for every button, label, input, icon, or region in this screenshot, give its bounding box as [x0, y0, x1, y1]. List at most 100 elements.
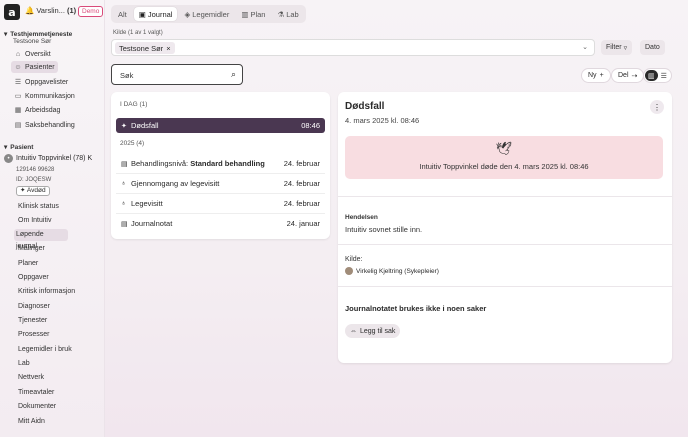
- cases-heading: Journalnotatet brukes ikke i noen saker: [345, 304, 487, 313]
- patient-section-header[interactable]: ▾ Pasient: [4, 143, 33, 152]
- divider: [338, 244, 672, 245]
- new-button[interactable]: Ny +: [581, 68, 611, 83]
- patient-nav-nettverk[interactable]: Nettverk: [16, 372, 46, 384]
- flask-icon: ⚗: [277, 9, 285, 19]
- patient-nav-legemidler[interactable]: Legemidler i bruk: [16, 344, 74, 356]
- avatar: •: [4, 154, 13, 163]
- chevron-down-icon: ▾: [4, 144, 8, 151]
- patient-name-text: Intuitiv Toppvinkel (78) K: [16, 155, 93, 162]
- sidebar-item-label: Kommunikasjon: [25, 92, 75, 100]
- more-options-icon[interactable]: ⋮: [650, 100, 664, 114]
- tab-legemidler[interactable]: ◈ Legemidler: [179, 7, 234, 21]
- tab-alt[interactable]: Alt: [113, 7, 132, 21]
- patient-nav-klinisk-status[interactable]: Klinisk status: [16, 201, 61, 213]
- chevron-down-icon[interactable]: ⌄: [582, 43, 588, 51]
- detail-panel: Dødsfall 4. mars 2025 kl. 08:46 ⋮ 🕊 Intu…: [338, 92, 672, 363]
- list-item[interactable]: ♁ Gjennomgang av legevisitt 24. februar: [116, 176, 325, 191]
- dove-icon: 🕊: [495, 141, 513, 156]
- patient-code: ID: JOQESW: [16, 177, 52, 183]
- patient-nav-mitt-aidn[interactable]: Mitt Aidn: [16, 416, 47, 428]
- patient-nav-planer[interactable]: Planer: [16, 258, 40, 270]
- avatar: [345, 267, 353, 275]
- date-button[interactable]: Dato: [640, 40, 665, 55]
- divider: [116, 193, 325, 194]
- search-icon[interactable]: ⌕: [231, 69, 236, 80]
- list-item[interactable]: ▤ Journalnotat 24. januar: [116, 216, 325, 231]
- filter-label: Filter: [606, 44, 622, 51]
- sidebar-item-label: Pasienter: [25, 63, 55, 71]
- list-item[interactable]: ✦ Dødsfall 08:46: [116, 118, 325, 133]
- patient-nav-tjenester[interactable]: Tjenester: [16, 315, 49, 327]
- tab-lab[interactable]: ⚗ Lab: [272, 7, 303, 21]
- bell-icon: 🔔: [25, 6, 35, 15]
- tab-plan[interactable]: ▥ Plan: [236, 7, 270, 21]
- list-view-icon[interactable]: ☰: [658, 70, 671, 81]
- share-icon: ⇢: [631, 72, 638, 80]
- patient-nav-lopende-journal[interactable]: Løpende journal: [14, 229, 68, 250]
- sidebar-item-pasienter[interactable]: ☺ Pasienter: [11, 61, 58, 73]
- sidebar-item-label: Oppgavelister: [25, 78, 69, 86]
- doc-icon: ▤: [121, 220, 128, 228]
- patient-nav-dokumenter[interactable]: Dokumenter: [16, 401, 58, 413]
- patient-nav-kritisk-informasjon[interactable]: Kritisk informasjon: [16, 286, 77, 298]
- group-header-today: I DAG (1): [120, 101, 148, 108]
- sidebar-item-arbeidsdag[interactable]: ▦ Arbeidsdag: [11, 104, 63, 116]
- patient-nav-prosesser[interactable]: Prosesser: [16, 329, 52, 341]
- add-case-button[interactable]: ⇔ Legg til sak: [345, 324, 401, 338]
- dove-icon: ✦: [20, 187, 26, 194]
- unit-subtitle: Testsone Sør: [13, 38, 52, 45]
- kilde-select[interactable]: Testsone Sør × ⌄: [111, 39, 595, 56]
- kilde-label: Kilde (1 av 1 valgt): [113, 30, 163, 36]
- sidebar-item-kommunikasjon[interactable]: ▭ Kommunikasjon: [11, 90, 78, 102]
- patient-nav-malinger[interactable]: Målinger: [16, 243, 47, 255]
- alerts-button[interactable]: 🔔 Varslin... (1): [25, 6, 76, 15]
- kilde-chip[interactable]: Testsone Sør ×: [115, 42, 175, 54]
- patient-nav-om-intuitiv[interactable]: Om Intuitiv: [16, 215, 53, 227]
- kilde-chip-label: Testsone Sør: [119, 43, 164, 53]
- close-icon[interactable]: ×: [166, 44, 170, 53]
- detail-date: 4. mars 2025 kl. 08:46: [345, 116, 420, 125]
- divider: [116, 213, 325, 214]
- patient-nav-diagnoser[interactable]: Diagnoser: [16, 301, 52, 313]
- detail-title: Dødsfall: [345, 101, 385, 112]
- list-item[interactable]: ▤ Behandlingsnivå: Standard behandling 2…: [116, 156, 325, 171]
- search-input[interactable]: Søk ⌕: [111, 64, 243, 85]
- share-button[interactable]: Del ⇢: [611, 68, 645, 83]
- journal-icon: ▣: [138, 9, 146, 19]
- patient-nav-timeavtaler[interactable]: Timeavtaler: [16, 387, 56, 399]
- sidebar-item-saksbehandling[interactable]: ▤ Saksbehandling: [11, 119, 78, 131]
- list-item-title: Dødsfall: [131, 121, 159, 130]
- journal-list: I DAG (1) ✦ Dødsfall 08:46 2025 (4) ▤ Be…: [111, 92, 330, 239]
- sidebar-item-oversikt[interactable]: ⌂ Oversikt: [11, 48, 54, 60]
- list-item-title: Legevisitt: [131, 199, 163, 208]
- patient-nav-lab[interactable]: Lab: [16, 358, 32, 370]
- calendar-icon: ▦: [14, 107, 22, 114]
- death-notice-text: Intuitiv Toppvinkel døde den 4. mars 202…: [419, 162, 589, 171]
- people-icon: ☺: [14, 63, 22, 71]
- plan-icon: ▥: [241, 9, 249, 19]
- category-tabs: Alt ▣ Journal ◈ Legemidler ▥ Plan ⚗ Lab: [111, 5, 306, 23]
- stethoscope-icon: ♁: [121, 200, 127, 207]
- divider: [338, 196, 672, 197]
- filter-button[interactable]: Filter ▿: [601, 40, 633, 55]
- list-icon: ☰: [14, 79, 22, 86]
- pill-icon: ◈: [184, 9, 191, 19]
- split-view-icon[interactable]: ▥: [645, 70, 658, 81]
- deceased-badge: ✦ Avdød: [16, 186, 50, 196]
- patient-name[interactable]: • Intuitiv Toppvinkel (78) K: [4, 154, 92, 163]
- chevron-down-icon: ▾: [4, 31, 8, 38]
- list-item[interactable]: ♁ Legevisitt 24. februar: [116, 196, 325, 211]
- folder-icon: ▤: [14, 122, 22, 129]
- sidebar-item-oppgavelister[interactable]: ☰ Oppgavelister: [11, 76, 71, 88]
- chat-icon: ▭: [14, 93, 22, 100]
- patient-nav-oppgaver[interactable]: Oppgaver: [16, 272, 51, 284]
- unit-section-header[interactable]: ▾ Testhjemmetjeneste: [4, 30, 72, 39]
- date-label: Dato: [645, 44, 660, 51]
- app-logo[interactable]: a: [4, 4, 20, 20]
- list-item-date: 08:46: [301, 121, 320, 130]
- patient-id: 129146 99628: [16, 167, 55, 173]
- death-notice: 🕊 Intuitiv Toppvinkel døde den 4. mars 2…: [345, 136, 663, 179]
- tab-journal[interactable]: ▣ Journal: [133, 7, 178, 21]
- tab-label: Lab: [286, 9, 299, 19]
- sidebar: a 🔔 Varslin... (1) Demo ▾ Testhjemmetjen…: [0, 0, 105, 437]
